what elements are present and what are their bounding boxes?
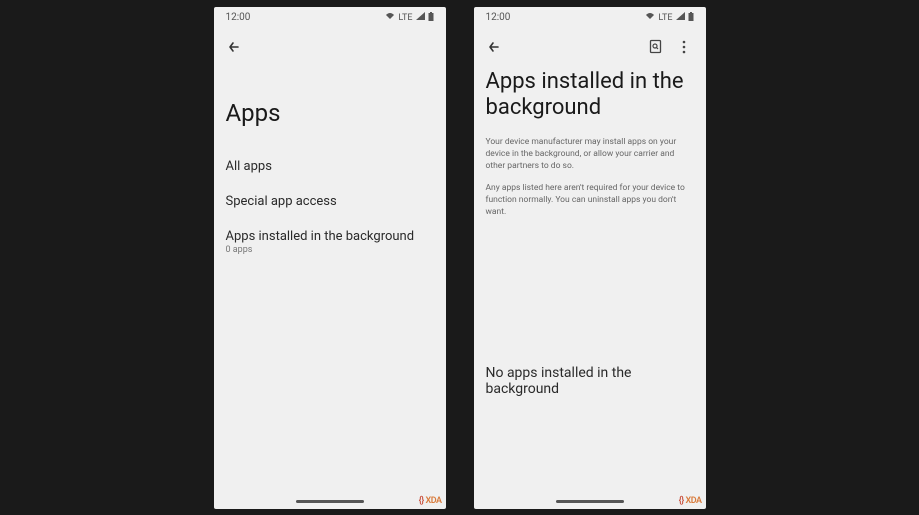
content-area: Apps All apps Special app access Apps in…: [214, 65, 446, 509]
status-indicators: LTE: [645, 12, 693, 24]
menu-item-special-access[interactable]: Special app access: [226, 184, 434, 219]
description-2: Any apps listed here aren't required for…: [486, 183, 694, 219]
status-bar: 12:00 LTE: [214, 7, 446, 29]
menu-label: Apps installed in the background: [226, 229, 434, 244]
search-in-page-button[interactable]: [644, 35, 668, 59]
battery-icon: [688, 12, 694, 24]
menu-label: Special app access: [226, 194, 434, 209]
top-bar: [474, 29, 706, 65]
signal-icon: [676, 12, 685, 23]
menu-item-all-apps[interactable]: All apps: [226, 149, 434, 184]
signal-icon: [416, 12, 425, 23]
menu-item-background-apps[interactable]: Apps installed in the background 0 apps: [226, 219, 434, 265]
nav-handle[interactable]: [556, 500, 624, 503]
status-time: 12:00: [226, 12, 251, 23]
nav-handle[interactable]: [296, 500, 364, 503]
page-search-icon: [648, 39, 663, 54]
more-vert-icon: [682, 40, 686, 54]
network-label: LTE: [398, 13, 412, 23]
wifi-icon: [645, 12, 655, 23]
menu-sublabel: 0 apps: [226, 245, 434, 255]
arrow-left-icon: [226, 39, 242, 55]
top-bar: [214, 29, 446, 65]
watermark: {} XDA: [419, 496, 442, 506]
phone-screen-background-apps: 12:00 LTE: [474, 7, 706, 509]
page-title: Apps installed in the background: [486, 69, 694, 122]
battery-icon: [428, 12, 434, 24]
empty-state-message: No apps installed in the background: [486, 365, 694, 397]
status-indicators: LTE: [385, 12, 433, 24]
description-1: Your device manufacturer may install app…: [486, 137, 694, 173]
watermark: {} XDA: [679, 496, 702, 506]
arrow-left-icon: [486, 39, 502, 55]
status-time: 12:00: [486, 12, 511, 23]
phone-screen-apps: 12:00 LTE Apps All apps Special app acce…: [214, 7, 446, 509]
network-label: LTE: [658, 13, 672, 23]
wifi-icon: [385, 12, 395, 23]
back-button[interactable]: [484, 37, 504, 57]
back-button[interactable]: [224, 37, 244, 57]
page-title: Apps: [226, 99, 434, 127]
content-area: Apps installed in the background Your de…: [474, 65, 706, 509]
overflow-menu-button[interactable]: [672, 35, 696, 59]
status-bar: 12:00 LTE: [474, 7, 706, 29]
menu-label: All apps: [226, 159, 434, 174]
